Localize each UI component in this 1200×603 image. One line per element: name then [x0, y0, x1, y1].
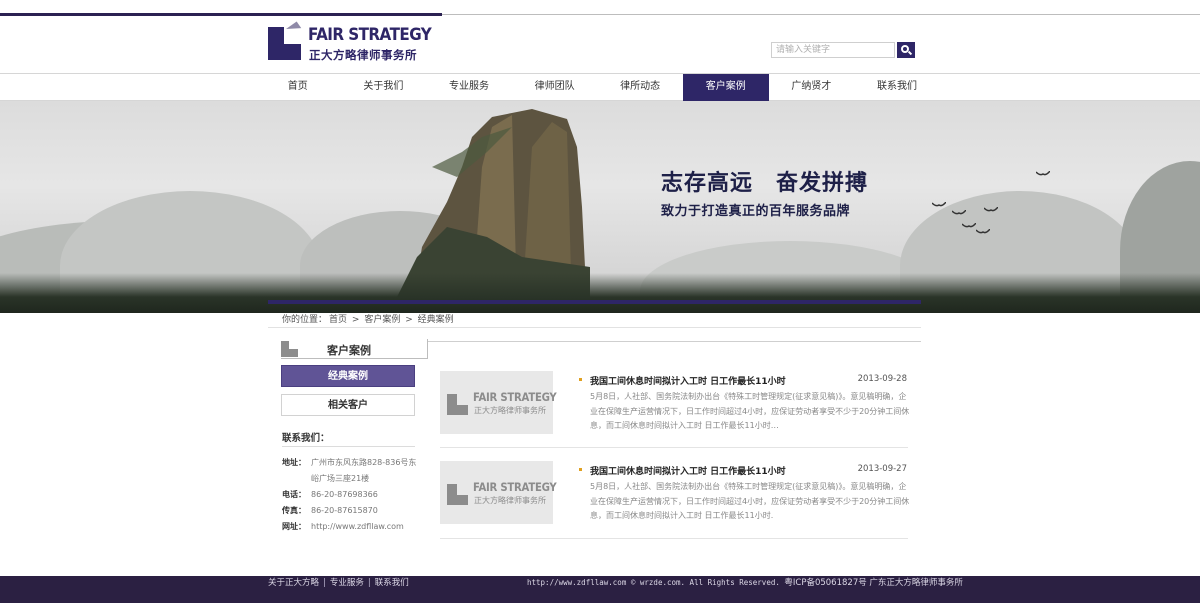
sidebar-item-related-clients[interactable]: 相关客户 — [281, 394, 415, 416]
breadcrumb-home[interactable]: 首页 — [329, 315, 347, 325]
article-thumbnail[interactable]: FAIR STRATEGY 正大方略律师事务所 — [440, 461, 557, 524]
nav-item-services[interactable]: 专业服务 — [426, 74, 512, 101]
icp-text: 粤ICP备05061827号 广东正大方略律师事务所 — [784, 578, 963, 588]
main-nav: 首页 关于我们 专业服务 律师团队 律所动态 客户案例 广纳贤才 联系我们 — [255, 74, 940, 101]
logo-mark-icon — [268, 21, 302, 60]
thumbnail-text-cn: 正大方略律师事务所 — [474, 406, 546, 415]
logo-mark-icon — [447, 394, 468, 415]
nav-item-contact[interactable]: 联系我们 — [854, 74, 940, 101]
top-divider-line — [442, 14, 1200, 15]
logo-text-en: FAIR STRATEGY — [308, 25, 432, 44]
contact-divider — [282, 446, 415, 447]
bird-icon — [1036, 171, 1050, 176]
article-summary: 5月8日，人社部、国务院法制办出台《特殊工时管理规定(征求意见稿)》。意见稿明确… — [590, 392, 910, 430]
bird-icon — [976, 229, 990, 234]
sidebar-heading: 客户案例 — [281, 339, 921, 359]
bird-icon — [984, 207, 998, 212]
search-box — [771, 42, 915, 58]
breadcrumb-prefix: 你的位置： — [282, 315, 328, 325]
nav-item-news[interactable]: 律所动态 — [597, 74, 683, 101]
slogan-main: 志存高远 奋发拼搏 — [661, 171, 869, 196]
logo-text-cn: 正大方略律师事务所 — [309, 48, 417, 62]
bullet-icon — [579, 468, 582, 471]
list-item: FAIR STRATEGY 正大方略律师事务所 我国工间休息时间拟计入工时 日工… — [440, 371, 910, 448]
footer-separator: | — [323, 578, 326, 588]
site-logo[interactable]: FAIR STRATEGY 正大方略律师事务所 — [268, 21, 432, 62]
address-value: 广州市东风东路828-836号东峪广场三座21楼 — [311, 458, 417, 483]
website-link[interactable]: http://www.zdfllaw.com — [311, 519, 422, 535]
content-top-bar — [268, 300, 921, 304]
article-thumbnail[interactable]: FAIR STRATEGY 正大方略律师事务所 — [440, 371, 557, 434]
contact-title: 联系我们： — [282, 433, 330, 444]
breadcrumb-separator: > — [351, 315, 360, 325]
article-title[interactable]: 我国工间休息时间拟计入工时 日工作最长11小时 — [590, 464, 786, 477]
nav-item-cases[interactable]: 客户案例 — [682, 74, 769, 101]
website-label: 网址： — [282, 522, 306, 531]
search-button[interactable] — [897, 42, 915, 58]
top-accent-line — [0, 13, 442, 16]
thumbnail-text-en: FAIR STRATEGY — [473, 390, 557, 404]
page: FAIR STRATEGY 正大方略律师事务所 首页 关于我们 专业服务 律师团… — [0, 0, 1200, 603]
logo-mark-icon — [281, 341, 298, 357]
sidebar-item-classic-cases[interactable]: 经典案例 — [281, 365, 415, 387]
phone-value: 86-20-87698366 — [311, 490, 378, 499]
thumbnail-text-cn: 正大方略律师事务所 — [474, 496, 546, 505]
banner-slogan: 志存高远 奋发拼搏 致力于打造真正的百年服务品牌 — [661, 165, 868, 219]
article-divider — [440, 447, 908, 448]
contact-info: 地址： 广州市东风东路828-836号东峪广场三座21楼 电话： 86-20-8… — [282, 455, 422, 535]
thumbnail-text-en: FAIR STRATEGY — [473, 480, 557, 494]
nav-item-home[interactable]: 首页 — [255, 74, 341, 101]
bird-icon — [932, 202, 946, 207]
footer-link-contact[interactable]: 联系我们 — [375, 578, 409, 588]
footer-links: 关于正大方略 | 专业服务 | 联系我们 — [268, 576, 409, 590]
tree-line — [0, 273, 1200, 313]
breadcrumb-current: 经典案例 — [417, 315, 454, 325]
logo-mark-icon — [447, 484, 468, 505]
bird-icon — [962, 223, 976, 228]
footer-link-services[interactable]: 专业服务 — [330, 578, 364, 588]
footer-separator: | — [367, 578, 371, 588]
search-input[interactable] — [771, 42, 895, 58]
fax-value: 86-20-87615870 — [311, 506, 378, 515]
phone-label: 电话： — [282, 490, 306, 499]
hero-banner: 志存高远 奋发拼搏 致力于打造真正的百年服务品牌 — [0, 101, 1200, 313]
copyright-text: http://www.zdfllaw.com © wrzde.com. All … — [527, 578, 780, 587]
article-date: 2013-09-28 — [857, 374, 907, 384]
footer: 关于正大方略 | 专业服务 | 联系我们 http://www.zdfllaw.com … — [0, 576, 1200, 603]
sidebar-title: 客户案例 — [327, 344, 371, 357]
nav-item-careers[interactable]: 广纳贤才 — [769, 74, 855, 101]
address-label: 地址： — [282, 458, 306, 467]
footer-link-about[interactable]: 关于正大方略 — [268, 578, 319, 588]
article-title[interactable]: 我国工间休息时间拟计入工时 日工作最长11小时 — [590, 374, 786, 387]
bird-icon — [952, 210, 966, 215]
slogan-sub: 致力于打造真正的百年服务品牌 — [661, 204, 851, 219]
fax-label: 传真： — [282, 506, 306, 515]
footer-copyright: http://www.zdfllaw.com © wrzde.com. All … — [527, 576, 963, 590]
main-nav-bar: 首页 关于我们 专业服务 律师团队 律所动态 客户案例 广纳贤才 联系我们 — [0, 73, 1200, 101]
breadcrumb-separator: > — [405, 315, 413, 325]
nav-item-team[interactable]: 律师团队 — [512, 74, 598, 101]
breadcrumb-divider — [268, 327, 921, 328]
bullet-icon — [579, 378, 582, 381]
breadcrumb-cases[interactable]: 客户案例 — [364, 315, 400, 325]
breadcrumb: 你的位置： 首页 > 客户案例 > 经典案例 — [282, 312, 456, 325]
article-date: 2013-09-27 — [857, 464, 907, 474]
article-summary: 5月8日，人社部、国务院法制办出台《特殊工时管理规定(征求意见稿)》。意见稿明确… — [590, 482, 910, 520]
nav-item-about[interactable]: 关于我们 — [341, 74, 427, 101]
list-item: FAIR STRATEGY 正大方略律师事务所 我国工间休息时间拟计入工时 日工… — [440, 461, 910, 539]
article-divider — [440, 538, 908, 539]
